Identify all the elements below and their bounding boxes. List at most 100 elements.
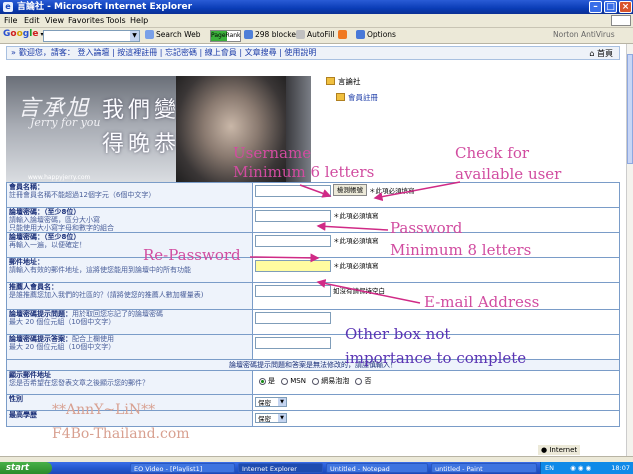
annotation-other2: importance to complete (345, 349, 527, 367)
dropdown-arrow-icon[interactable]: ▼ (130, 31, 139, 41)
nav-link-online-members[interactable]: 線上會員 (205, 48, 237, 57)
web-page-content: » 歡迎您，請客： 登入論壇 | 按這裡註冊 | 忘記密碼 | 線上會員 | 文章… (0, 44, 626, 456)
menu-tools[interactable]: Tools (106, 16, 126, 25)
menu-edit[interactable]: Edit (24, 16, 40, 25)
popup-blocked-counter[interactable]: 298 blocked (244, 30, 301, 39)
banner-subtitle: Jerry for you (30, 116, 101, 129)
security-question-input[interactable] (255, 312, 331, 324)
menu-bar: File Edit View Favorites Tools Help (0, 14, 633, 28)
education-field-cell: 保密 ▼ (252, 410, 620, 427)
double-arrow-icon: » (11, 48, 16, 57)
tray-icons[interactable]: ◉ ◉ ◉ (570, 464, 591, 472)
dropdown-arrow-icon: ▼ (278, 414, 286, 422)
referrer-desc: 是誰推薦您加入我們的社區的？(請將使您的推薦人數加權量表) (9, 291, 204, 299)
username-input[interactable] (255, 185, 331, 197)
referrer-label-cell: 推薦人會員名： 是誰推薦您加入我們的社區的？(請將使您的推薦人數加權量表) (6, 282, 253, 310)
taskbar-internet-explorer[interactable]: Internet Explorer (238, 463, 323, 473)
pagerank-indicator: PageRank (210, 30, 241, 42)
minimize-button[interactable]: – (589, 1, 602, 13)
folder-icon (326, 77, 335, 85)
menu-help[interactable]: Help (130, 16, 148, 25)
annotation-repassword: Re-Password (143, 246, 241, 264)
radio-yes[interactable] (259, 377, 266, 385)
google-toolbar: Google ▾ ▼ Search Web PageRank 298 block… (0, 28, 633, 44)
radio-no-label: 否 (364, 377, 372, 385)
email-input[interactable] (255, 260, 331, 272)
breadcrumb-current[interactable]: 會員註冊 (348, 93, 378, 102)
username-field-cell: 檢測帳號 ＊此項必須填寫 (252, 182, 620, 208)
question-label: 論壇密碼提示問題： (9, 310, 72, 319)
radio-no[interactable] (355, 377, 363, 385)
breadcrumb-root[interactable]: 言論社 (338, 77, 361, 86)
optional-hint: 如沒有請保持空白 (333, 287, 385, 295)
close-button[interactable]: × (619, 1, 632, 13)
answer-desc: 配合上欄使用 (72, 335, 114, 344)
password-desc: 請輸入論壇密碼，區分大小寫 (9, 216, 100, 224)
annotation-email: E-mail Address (424, 293, 540, 311)
breadcrumb: 言論社 會員註冊 (326, 76, 378, 108)
nav-link-forgot-password[interactable]: 忘記密碼 (165, 48, 197, 57)
password-input[interactable] (255, 210, 331, 222)
start-button[interactable]: start (0, 462, 52, 474)
security-answer-input[interactable] (255, 337, 331, 349)
repassword-input[interactable] (255, 235, 331, 247)
repassword-label: 論壇密碼：（至少8位） (9, 233, 81, 242)
form-row-security-answer: 論壇密碼提示答案：配合上欄使用 最大 20 個位元組（10個中文字） (6, 334, 620, 360)
nav-link-search[interactable]: 文章搜尋 (245, 48, 277, 57)
radio-msn[interactable] (281, 377, 289, 385)
nav-link-login[interactable]: 登入論壇 (77, 48, 109, 57)
windows-logo-icon (611, 15, 631, 26)
radio-popo[interactable] (312, 377, 320, 385)
email-label: 郵件地址： (9, 258, 44, 267)
google-logo[interactable]: Google ▾ (3, 29, 44, 39)
annotation-check2: available user (455, 165, 562, 183)
system-tray: EN ◉ ◉ ◉ 18:07 (540, 462, 633, 474)
password-desc2: 只能使用大小寫字母和數字的組合 (9, 224, 114, 232)
show-email-label: 顯示郵件地址 (9, 371, 51, 380)
taskbar-eo-video[interactable]: EO Video - [Playlist1] (130, 463, 235, 473)
annotation-other1: Other box not (345, 325, 451, 343)
banner-title: 我們變得晚恭 (102, 98, 181, 157)
taskbar-paint[interactable]: untitled - Paint (431, 463, 537, 473)
radio-popo-label: 網易泡泡 (321, 377, 350, 385)
options-icon (356, 30, 365, 39)
check-account-button[interactable]: 檢測帳號 (333, 184, 367, 196)
google-search-input[interactable]: ▼ (43, 30, 140, 42)
username-label: 會員名稱： (9, 183, 44, 192)
username-desc: 註冊會員名稱不能超過12個字元（6個中文字） (9, 191, 156, 199)
autofill-button[interactable]: AutoFill (296, 30, 334, 39)
home-icon: ⌂ (589, 49, 595, 58)
norton-antivirus-button[interactable]: Norton AntiVirus (553, 30, 615, 39)
options-button[interactable]: Options (356, 30, 396, 39)
question-desc2: 最大 20 個位元組（10個中文字） (9, 318, 116, 326)
home-link[interactable]: ⌂ 首頁 (589, 48, 613, 60)
menu-view[interactable]: View (45, 16, 64, 25)
clock: 18:07 (611, 464, 630, 472)
email-desc: 請輸入有效的郵件地址，這將使您能用到論壇中的所有功能 (9, 266, 191, 274)
watermark-author: **AnnY~LiN** (52, 402, 156, 418)
banner-url: www.happyjerry.com (28, 174, 91, 181)
gender-select[interactable]: 保密 ▼ (255, 397, 287, 407)
search-web-button[interactable]: Search Web (145, 30, 201, 39)
required-hint: ＊此項必須填寫 (369, 187, 415, 195)
window-title-bar[interactable]: e 言論社 - Microsoft Internet Explorer – □ … (0, 0, 633, 14)
password-hint-notice: 論壇密碼提示問題和答案是無法修改的，請謹慎輸入！ (6, 359, 620, 371)
education-select[interactable]: 保密 ▼ (255, 413, 287, 423)
password-label-cell: 論壇密碼：（至少8位） 請輸入論壇密碼，區分大小寫 只能使用大小寫字母和數字的組合 (6, 207, 253, 233)
annotation-username: Username (233, 144, 312, 162)
vertical-scrollbar[interactable] (626, 44, 633, 456)
blogger-icon[interactable] (338, 30, 349, 39)
language-indicator[interactable]: EN (545, 464, 554, 472)
menu-favorites[interactable]: Favorites (68, 16, 104, 25)
scrollbar-thumb[interactable] (627, 54, 633, 164)
nav-link-register[interactable]: 按這裡註冊 (117, 48, 157, 57)
referrer-input[interactable] (255, 285, 331, 297)
nav-link-help[interactable]: 使用說明 (284, 48, 316, 57)
form-row-show-email: 顯示郵件地址 您是否希望在您發表文章之後顯示您的郵件？ 是 MSN 網易泡泡 否 (6, 370, 620, 395)
annotation-check: Check for (455, 144, 530, 162)
folder-icon (336, 93, 345, 101)
taskbar-notepad[interactable]: Untitled - Notepad (326, 463, 428, 473)
menu-file[interactable]: File (4, 16, 17, 25)
globe-icon: ● (541, 446, 548, 454)
maximize-button[interactable]: □ (604, 1, 617, 13)
